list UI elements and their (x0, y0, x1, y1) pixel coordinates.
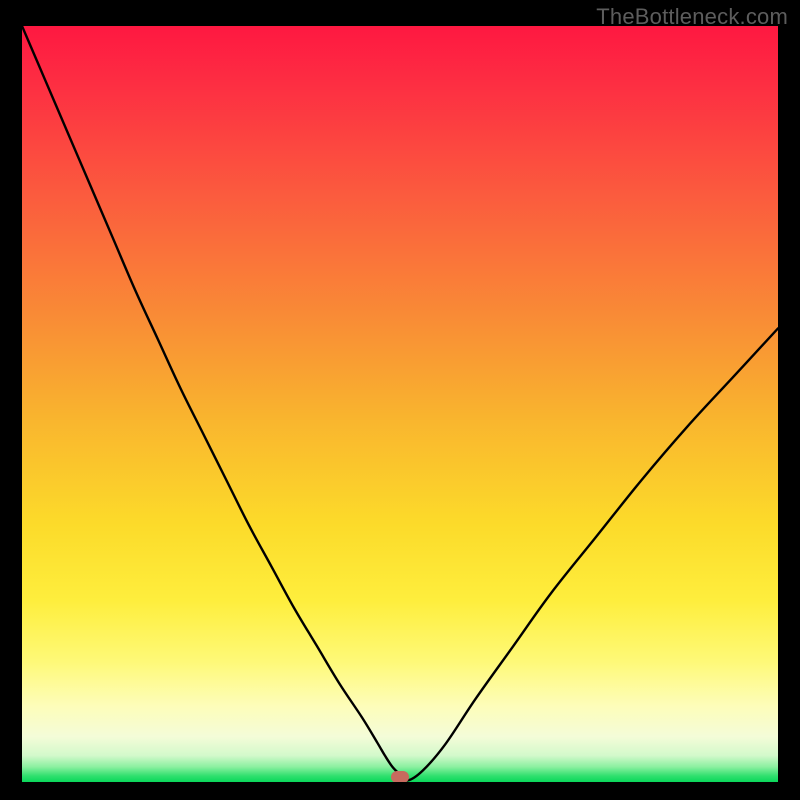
curve-path (22, 26, 778, 781)
plot-area (22, 26, 778, 782)
watermark-text: TheBottleneck.com (596, 4, 788, 30)
optimal-point-marker (391, 771, 409, 782)
chart-frame: TheBottleneck.com (0, 0, 800, 800)
bottleneck-curve (22, 26, 778, 782)
